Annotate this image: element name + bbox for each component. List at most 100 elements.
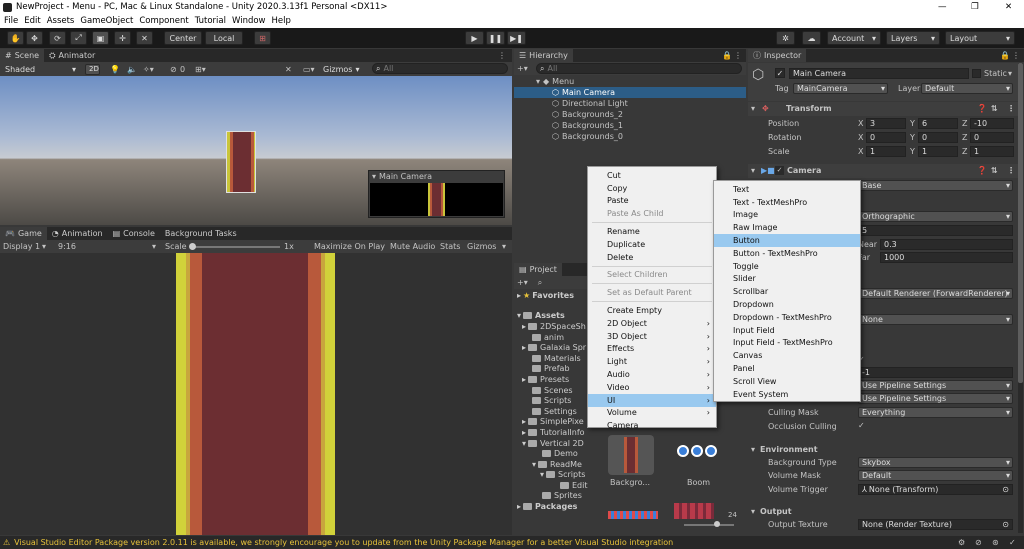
favorites-item[interactable]: ▸ ★ Favorites [514,290,589,301]
thumb-size-slider[interactable] [684,521,734,527]
menu-assets[interactable]: Assets [47,16,75,26]
background-sprite[interactable] [226,131,256,193]
hidden-objects-icon[interactable]: ⊘ [170,65,177,74]
more-options-icon[interactable]: ⋮ [1012,51,1020,60]
menu-item-create-empty[interactable]: Create Empty [588,304,716,317]
folder-item[interactable]: Prefab [514,364,589,375]
menu-tutorial[interactable]: Tutorial [195,16,226,26]
folder-item[interactable]: Scripts [514,395,589,406]
move-tool-icon[interactable]: ✥ [26,31,43,45]
game-viewport[interactable] [0,253,512,535]
near-input[interactable]: 0.3 [880,239,1013,250]
scale-z-input[interactable]: 1 [970,146,1014,158]
object-picker-icon[interactable]: ⊙ [1002,485,1009,494]
folder-item[interactable]: Sprites [514,491,589,502]
inspector-scrollbar[interactable] [1018,63,1023,533]
tab-project[interactable]: ▤ Project [514,263,562,276]
opaque-texture-dropdown[interactable]: Use Pipeline Settings ▾ [858,380,1013,391]
maximize-on-play-button[interactable]: Maximize On Play [314,242,385,251]
menu-item-3d-object[interactable]: 3D Object › [588,330,716,343]
menu-item-2d-object[interactable]: 2D Object › [588,317,716,330]
preset-icon[interactable]: ⇅ [991,104,998,113]
add-icon[interactable]: +▾ [517,64,528,73]
folder-item[interactable]: Settings [514,406,589,417]
gizmos-dropdown[interactable]: Gizmos ▾ [320,64,368,75]
transform-tool-icon[interactable]: ✛ [114,31,131,45]
tree-item-backgrounds-2[interactable]: ⬡ Backgrounds_2 [514,109,746,120]
object-name-input[interactable]: Main Camera [789,68,969,79]
display-dropdown[interactable]: Display 1 [3,242,40,251]
submenu-item-input-field[interactable]: Input Field [714,324,860,337]
active-checkbox[interactable]: ✓ [775,68,785,78]
folder-item[interactable]: ▾ ReadMe [514,459,589,470]
volume-mask-dropdown[interactable]: Default ▾ [858,470,1013,481]
volume-trigger-field[interactable]: ⅄ None (Transform) ⊙ [858,484,1013,495]
preset-icon[interactable]: ⇅ [991,166,998,175]
submenu-item-text-tmp[interactable]: Text - TextMeshPro [714,196,860,209]
menu-item-camera[interactable]: Camera [588,419,716,432]
help-icon[interactable]: ❓ [977,104,987,113]
pause-button[interactable]: ❚❚ [486,31,505,45]
menu-component[interactable]: Component [139,16,188,26]
folder-item[interactable]: ▸ Presets [514,374,589,385]
rotation-y-input[interactable]: 0 [918,132,958,144]
hierarchy-search-input[interactable]: ⌕ All [536,63,742,74]
grid-snap-icon[interactable]: ⊞ [254,31,271,45]
asset-thumb-backgrounds[interactable] [608,435,654,475]
scale-slider[interactable] [189,243,280,250]
progress-icon[interactable]: ⊘ [975,538,982,547]
menu-item-paste[interactable]: Paste [588,195,716,208]
tree-item-menu-scene[interactable]: ▾ ◆ Menu [514,76,746,87]
collab-icon[interactable]: ✲ [776,31,795,45]
submenu-item-raw-image[interactable]: Raw Image [714,221,860,234]
mute-audio-button[interactable]: Mute Audio [390,242,435,251]
menu-item-cut[interactable]: Cut [588,169,716,182]
transform-header[interactable]: ▾ ✥ Transform ❓ ⇅ ⋮ [748,102,1018,116]
tree-item-backgrounds-1[interactable]: ⬡ Backgrounds_1 [514,120,746,131]
asset-thumb-boom[interactable] [674,445,720,461]
submenu-item-scroll-view[interactable]: Scroll View [714,375,860,388]
post-aa-dropdown[interactable]: None ▾ [858,314,1013,325]
layer-dropdown[interactable]: Default ▾ [921,83,1013,94]
folder-item[interactable]: ▸ 2DSpaceSh [514,321,589,332]
lighting-icon[interactable]: 💡 [110,65,120,74]
more-options-icon[interactable]: ⋮ [1007,104,1015,113]
pivot-local-button[interactable]: Local [205,31,243,45]
scale-tool-icon[interactable]: ⤢ [70,31,87,45]
layers-dropdown[interactable]: Layers ▾ [886,31,940,45]
culling-mask-dropdown[interactable]: Everything ▾ [858,407,1013,418]
folder-item[interactable]: ▾ Scripts [514,470,589,481]
tab-hierarchy[interactable]: ☰ Hierarchy [514,49,573,62]
priority-input[interactable]: -1 [858,367,1013,378]
menu-item-effects[interactable]: Effects › [588,343,716,356]
submenu-item-event-system[interactable]: Event System [714,388,860,401]
tree-item-backgrounds-0[interactable]: ⬡ Backgrounds_0 [514,131,746,142]
tab-console[interactable]: ▤ Console [108,227,160,240]
scale-slider-handle[interactable] [189,243,196,250]
submenu-item-dropdown[interactable]: Dropdown [714,298,860,311]
folder-item[interactable]: ▾ Vertical 2D [514,438,589,449]
submenu-item-text[interactable]: Text [714,183,860,196]
network-icon[interactable]: ⊛ [992,538,999,547]
asset-thumb-row[interactable] [608,511,658,519]
grid-toggle-icon[interactable]: ⊞▾ [195,65,206,74]
submenu-item-image[interactable]: Image [714,209,860,222]
menu-item-rename[interactable]: Rename [588,225,716,238]
camera-settings-icon[interactable]: ▭▾ [303,65,315,74]
status-message[interactable]: Visual Studio Editor Package version 2.0… [14,538,673,547]
menu-edit[interactable]: Edit [24,16,40,26]
add-icon[interactable]: +▾ [517,278,528,287]
menu-item-ui[interactable]: UI › [588,393,716,407]
tree-item-directional-light[interactable]: ⬡ Directional Light [514,98,746,109]
lock-icon[interactable]: 🔒 [1000,51,1010,60]
folder-item[interactable]: Edit [514,480,589,491]
submenu-item-slider[interactable]: Slider [714,273,860,286]
folder-item[interactable]: anim [514,332,589,343]
more-options-icon[interactable]: ⋮ [498,51,506,60]
folder-item[interactable]: Scenes [514,385,589,396]
submenu-item-canvas[interactable]: Canvas [714,349,860,362]
occlusion-culling-checkbox[interactable]: ✓ [858,421,865,430]
depth-texture-dropdown[interactable]: Use Pipeline Settings ▾ [858,393,1013,404]
submenu-item-button[interactable]: Button [714,234,860,247]
layout-dropdown[interactable]: Layout ▾ [945,31,1015,45]
